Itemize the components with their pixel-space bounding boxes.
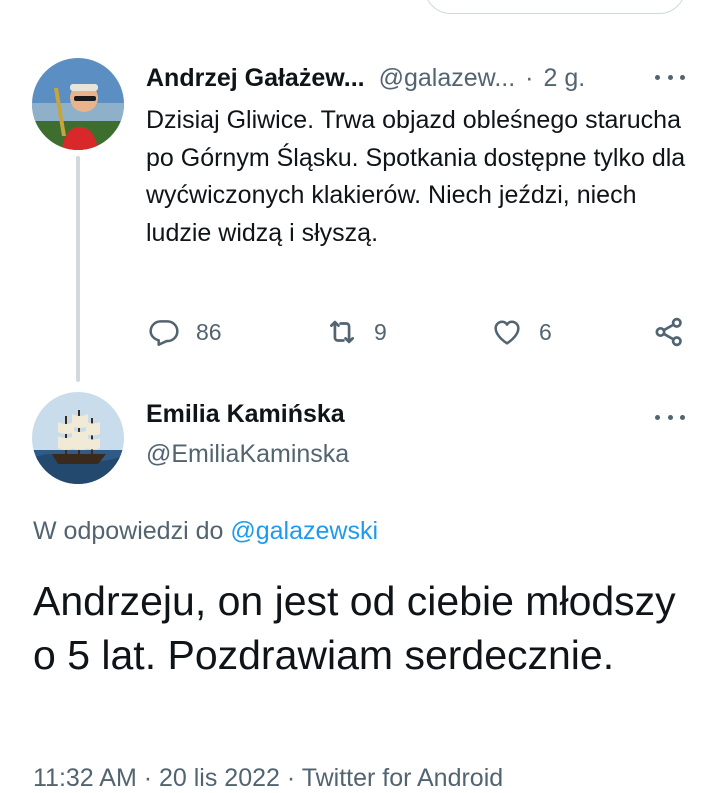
like-button[interactable]: 6 bbox=[489, 312, 552, 352]
like-icon bbox=[489, 314, 525, 350]
retweet-count: 9 bbox=[374, 318, 387, 345]
tweet2-author-name[interactable]: Emilia Kamińska bbox=[146, 400, 345, 429]
tweet1-time[interactable]: 2 g. bbox=[543, 64, 585, 93]
top-partial-button[interactable] bbox=[424, 0, 686, 14]
like-count: 6 bbox=[539, 318, 552, 345]
tweet1-author-name[interactable]: Andrzej Gałażew... bbox=[146, 64, 365, 93]
tweet2-source: Twitter for Android bbox=[301, 764, 504, 792]
tweet1-actions: 86 9 6 bbox=[146, 312, 691, 352]
share-button[interactable] bbox=[651, 312, 687, 352]
share-icon bbox=[651, 314, 687, 350]
tweet2-text: Andrzeju, on jest od ciebie młodszy o 5 … bbox=[33, 578, 676, 678]
avatar-andrzej-image bbox=[32, 58, 124, 150]
reply-button[interactable]: 86 bbox=[146, 312, 222, 352]
tweet2-meta: 11:32 AM · 20 lis 2022 · Twitter for And… bbox=[33, 764, 503, 793]
tweet2-more-icon[interactable] bbox=[653, 402, 687, 432]
avatar-andrzej[interactable] bbox=[32, 58, 124, 150]
avatar-emilia-image bbox=[32, 392, 124, 484]
retweet-button[interactable]: 9 bbox=[324, 312, 387, 352]
tweet2-author-handle[interactable]: @EmiliaKaminska bbox=[146, 440, 349, 469]
reply-icon bbox=[146, 314, 182, 350]
reply-to-line: W odpowiedzi do @galazewski bbox=[33, 517, 378, 546]
retweet-icon bbox=[324, 314, 360, 350]
thread-line bbox=[76, 156, 80, 382]
reply-to-prefix: W odpowiedzi do bbox=[33, 517, 224, 545]
reply-count: 86 bbox=[196, 318, 222, 345]
reply-to-handle-link[interactable]: @galazewski bbox=[230, 517, 378, 545]
tweet1-more-icon[interactable] bbox=[653, 62, 687, 92]
tweet1-time-separator: · bbox=[525, 63, 534, 92]
tweet2-timestamp[interactable]: 11:32 AM · 20 lis 2022 · bbox=[33, 764, 295, 792]
tweet1-author-handle[interactable]: @galazew... bbox=[379, 64, 516, 93]
tweet1-text: Dzisiaj Gliwice. Trwa objazd obleśnego s… bbox=[146, 106, 686, 247]
tweet1-header: Andrzej Gałażew... @galazew... · 2 g. bbox=[146, 60, 585, 96]
avatar-emilia[interactable] bbox=[32, 392, 124, 484]
